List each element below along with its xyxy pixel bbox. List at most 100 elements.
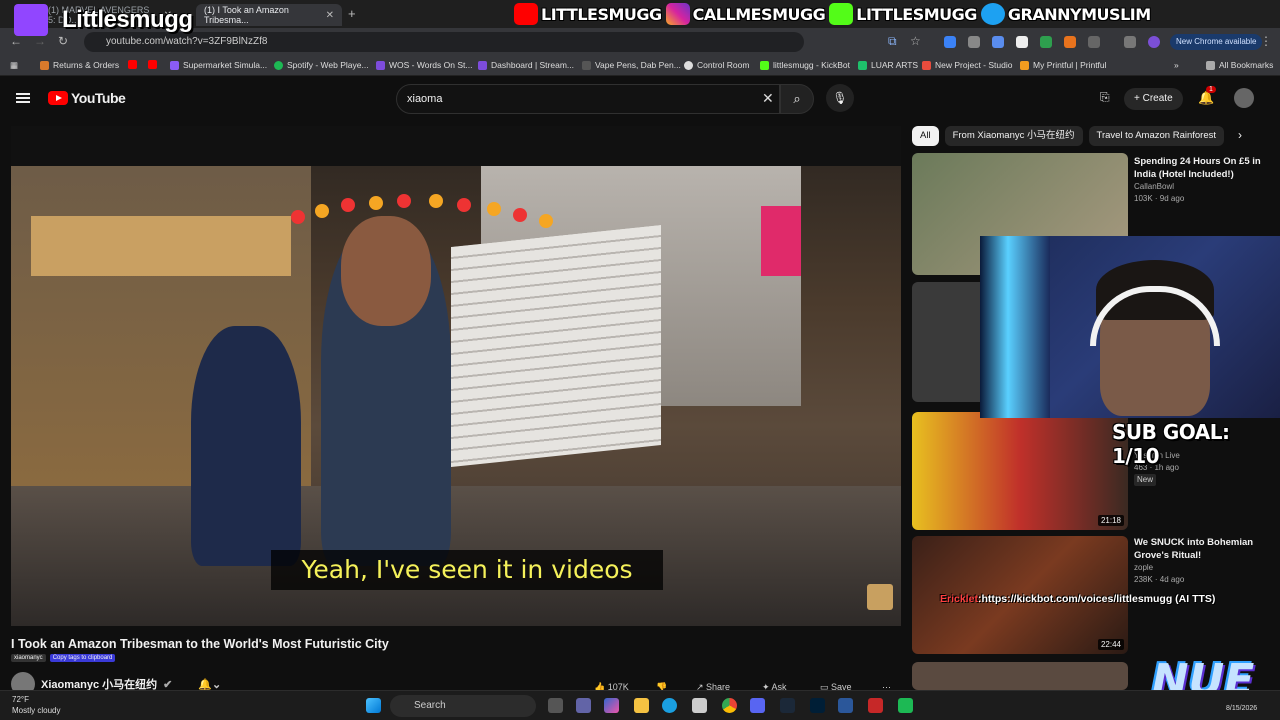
windows-start-icon[interactable] bbox=[366, 698, 381, 713]
back-icon[interactable]: ← bbox=[10, 34, 22, 48]
mic-icon[interactable]: 🎙 bbox=[826, 84, 854, 112]
video-frame-sign bbox=[31, 216, 291, 276]
steam-icon[interactable] bbox=[780, 698, 795, 713]
file-explorer-icon[interactable] bbox=[634, 698, 649, 713]
youtube-bookmark-icon[interactable] bbox=[148, 60, 157, 69]
new-tab-icon[interactable]: + bbox=[348, 6, 356, 21]
all-bookmarks-button[interactable]: All Bookmarks bbox=[1206, 60, 1273, 70]
weather-widget[interactable]: 72°F Mostly cloudy bbox=[12, 694, 60, 716]
bookmark-returns[interactable]: Returns & Orders bbox=[40, 60, 119, 70]
bookmark-printful[interactable]: My Printful | Printful bbox=[1020, 60, 1107, 70]
rec-title[interactable]: We SNUCK into Bohemian Grove's Ritual! bbox=[1134, 536, 1274, 562]
chip-all[interactable]: All bbox=[912, 126, 939, 146]
bell-icon[interactable]: 🔔⌄ bbox=[198, 678, 221, 691]
reload-icon[interactable]: ↻ bbox=[58, 34, 68, 48]
copy-tags-button[interactable]: Copy tags to clipboard bbox=[49, 654, 116, 662]
rec-thumbnail[interactable] bbox=[912, 662, 1128, 690]
tag-row: xiaomanyc Copy tags to clipboard bbox=[11, 654, 116, 662]
youtube-bookmark-icon[interactable] bbox=[128, 60, 137, 69]
youtube-logo[interactable]: YouTube bbox=[48, 90, 126, 106]
video-frame-head bbox=[341, 216, 431, 326]
chat-username: Ericklet bbox=[940, 593, 978, 605]
apps-grid-icon[interactable]: ▦ bbox=[10, 60, 18, 71]
rec-thumbnail[interactable]: 21:18 bbox=[912, 412, 1128, 530]
weather-desc: Mostly cloudy bbox=[12, 706, 61, 715]
sub-goal-text: SUB GOAL: 1/10 bbox=[1112, 420, 1230, 468]
app-icon[interactable] bbox=[898, 698, 913, 713]
rec-channel[interactable]: zople bbox=[1134, 562, 1274, 574]
bookmark-dashboard[interactable]: Dashboard | Stream... bbox=[478, 60, 574, 70]
close-icon[interactable]: ✕ bbox=[326, 10, 334, 21]
bookmark-star-icon[interactable]: ☆ bbox=[910, 34, 921, 48]
edge-icon[interactable] bbox=[662, 698, 677, 713]
create-button[interactable]: + Create bbox=[1124, 88, 1183, 110]
search-input[interactable]: xiaoma bbox=[396, 84, 780, 114]
task-view-icon[interactable] bbox=[548, 698, 563, 713]
rec-channel[interactable]: CallanBowl bbox=[1134, 181, 1274, 193]
bookmark-supermarket[interactable]: Supermarket Simula... bbox=[170, 60, 267, 70]
bookmark-spotify[interactable]: Spotify - Web Playe... bbox=[274, 60, 369, 70]
extension-icon[interactable] bbox=[1064, 36, 1076, 48]
reading-list-icon[interactable] bbox=[1124, 36, 1136, 48]
avatar[interactable] bbox=[1234, 88, 1254, 108]
lantern bbox=[429, 194, 443, 208]
clear-icon[interactable]: ✕ bbox=[762, 90, 774, 107]
forward-icon[interactable]: → bbox=[34, 34, 46, 48]
acrobat-icon[interactable] bbox=[868, 698, 883, 713]
bookmark-vape[interactable]: Vape Pens, Dab Pen... bbox=[582, 60, 681, 70]
logo-text: YouTube bbox=[71, 90, 126, 106]
taskbar-search-label: Search bbox=[414, 700, 446, 711]
chevron-right-icon[interactable]: › bbox=[1238, 128, 1242, 142]
profile-icon[interactable] bbox=[1148, 36, 1160, 48]
extension-icon[interactable] bbox=[968, 36, 980, 48]
social-kick: LITTLESMUGG bbox=[829, 3, 977, 25]
tag-chip[interactable]: xiaomanyc bbox=[11, 654, 46, 662]
channel-watermark[interactable] bbox=[867, 584, 893, 610]
bookmark-luar-arts[interactable]: LUAR ARTS bbox=[858, 60, 918, 70]
chevron-right-icon[interactable]: » bbox=[1174, 60, 1179, 70]
duration-badge: 22:44 bbox=[1097, 639, 1124, 650]
lantern bbox=[291, 210, 305, 224]
social-twitter: GRANNYMUSLIM bbox=[980, 3, 1151, 25]
new-chrome-button[interactable]: New Chrome available bbox=[1170, 34, 1263, 50]
photoshop-icon[interactable] bbox=[810, 698, 825, 713]
lantern bbox=[487, 202, 501, 216]
extension-icon[interactable] bbox=[1040, 36, 1052, 48]
extension-icon[interactable] bbox=[944, 36, 956, 48]
twitter-icon bbox=[980, 3, 1005, 25]
lantern bbox=[397, 194, 411, 208]
bookmark-wos[interactable]: WOS - Words On St... bbox=[376, 60, 472, 70]
menu-icon[interactable] bbox=[16, 93, 30, 103]
video-player[interactable]: Yeah, I've seen it in videos bbox=[11, 126, 901, 626]
rec-meta: Spending 24 Hours On £5 in India (Hotel … bbox=[1134, 155, 1274, 205]
social-instagram: CALLMESMUGG bbox=[665, 3, 826, 25]
discord-icon[interactable] bbox=[750, 698, 765, 713]
extension-icon[interactable] bbox=[1016, 36, 1028, 48]
notepad-icon[interactable] bbox=[838, 698, 853, 713]
url-field[interactable]: youtube.com/watch?v=3ZF9BlNzZf8 bbox=[84, 32, 804, 52]
bookmark-new-project[interactable]: New Project - Studio bbox=[922, 60, 1012, 70]
teams-icon[interactable] bbox=[576, 698, 591, 713]
taskbar-search[interactable]: Search bbox=[390, 695, 536, 717]
social-youtube: LITTLESMUGG bbox=[514, 3, 662, 25]
puzzle-icon[interactable] bbox=[1088, 36, 1100, 48]
chip-amazon[interactable]: Travel to Amazon Rainforest bbox=[1088, 126, 1225, 146]
chat-text: :https://kickbot.com/voices/littlesmugg … bbox=[977, 593, 1216, 605]
chip-from-channel[interactable]: From Xiaomanyc 小马在纽约 bbox=[944, 126, 1083, 146]
tab-youtube[interactable]: (1) I Took an Amazon Tribesma... ✕ bbox=[196, 4, 342, 26]
extension-icon[interactable] bbox=[992, 36, 1004, 48]
menu-kebab-icon[interactable]: ⋮ bbox=[1260, 34, 1272, 48]
bookmark-kickbot[interactable]: littlesmugg - KickBot bbox=[760, 60, 850, 70]
video-frame-person bbox=[191, 326, 301, 566]
search-button[interactable]: ⌕ bbox=[780, 84, 814, 114]
translate-icon[interactable]: ⧉ bbox=[888, 34, 897, 49]
youtube-icon bbox=[514, 3, 538, 25]
bookmark-control-room[interactable]: Control Room bbox=[684, 60, 749, 70]
store-icon[interactable] bbox=[692, 698, 707, 713]
kick-chat-message: Ericklet:https://kickbot.com/voices/litt… bbox=[940, 592, 1240, 606]
rec-title[interactable]: Spending 24 Hours On £5 in India (Hotel … bbox=[1134, 155, 1274, 181]
url-text: youtube.com/watch?v=3ZF9BlNzZf8 bbox=[106, 36, 268, 47]
copilot-icon[interactable] bbox=[604, 698, 619, 713]
cast-icon[interactable]: ⎘ bbox=[1100, 90, 1110, 105]
chrome-icon[interactable] bbox=[722, 698, 737, 713]
